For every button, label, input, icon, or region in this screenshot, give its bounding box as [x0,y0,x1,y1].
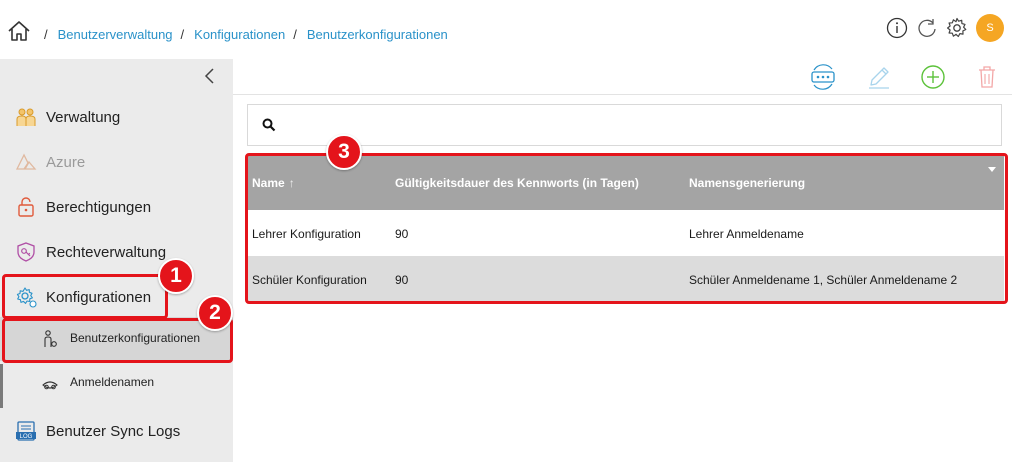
info-icon[interactable] [886,17,908,39]
azure-icon [15,153,37,170]
password-refresh-button[interactable] [808,63,838,91]
collapse-sidebar-chevron-icon[interactable] [202,66,218,86]
cell-name: Schüler Konfiguration [252,273,367,287]
table-row[interactable]: Lehrer Konfiguration 90 Lehrer Anmeldena… [248,210,1004,256]
breadcrumb-benutzerverwaltung[interactable]: Benutzerverwaltung [58,27,173,42]
gear-users-icon [16,287,37,308]
annotation-badge-3: 3 [326,134,362,170]
breadcrumb: / Benutzerverwaltung / Konfigurationen /… [40,27,448,42]
edit-button[interactable] [864,63,894,91]
sidebar-item-berechtigungen[interactable]: Berechtigungen [0,186,233,228]
sidebar-item-rechteverwaltung[interactable]: Rechteverwaltung [0,231,233,273]
config-table: Name ↑ Gültigkeitsdauer des Kennworts (in… [248,154,1004,302]
sidebar-item-azure[interactable]: Azure [0,141,233,183]
breadcrumb-benutzerkonfigurationen[interactable]: Benutzerkonfigurationen [307,27,448,42]
search-input[interactable] [288,113,988,137]
plus-circle-icon [921,65,945,89]
cell-password-validity: 90 [395,273,409,287]
key-icon [17,242,35,262]
users-icon [16,108,36,126]
sidebar: Verwaltung Azure Berechtigungen Rechteve… [0,59,233,462]
annotation-badge-1: 1 [158,258,194,294]
search-icon [262,118,276,132]
column-menu-caret-icon[interactable] [988,167,996,172]
home-icon[interactable] [7,19,31,43]
sidebar-subitem-label: Anmeldenamen [70,375,155,389]
sidebar-subitem-anmeldenamen[interactable]: Anmeldenamen [0,361,233,405]
top-bar: / Benutzerverwaltung / Konfigurationen /… [0,0,1012,59]
sidebar-item-label: Benutzer Sync Logs [46,422,181,440]
column-header-password-validity[interactable]: Gültigkeitsdauer des Kennworts (in Tagen… [395,176,639,190]
sort-ascending-icon: ↑ [288,176,295,190]
breadcrumb-separator: / [293,27,297,42]
pencil-icon [869,67,889,89]
sidebar-item-verwaltung[interactable]: Verwaltung [0,96,233,138]
column-header-label: Name [252,176,285,190]
page: / Benutzerverwaltung / Konfigurationen /… [0,0,1012,462]
delete-button[interactable] [972,63,1002,91]
table-row[interactable]: Schüler Konfiguration 90 Schüler Anmelde… [248,256,1004,302]
cell-name-generation: Schüler Anmeldename 1, Schüler Anmeldena… [689,273,958,287]
sidebar-item-label: Berechtigungen [46,198,152,216]
cell-password-validity: 90 [395,227,409,241]
trash-icon [979,66,995,88]
user-config-icon [44,330,57,347]
annotation-badge-2: 2 [197,295,233,331]
sidebar-subitem-benutzerkonfigurationen[interactable]: Benutzerkonfigurationen [0,317,233,361]
sidebar-item-label: Azure [46,153,86,171]
breadcrumb-separator: / [44,27,48,42]
cell-name: Lehrer Konfiguration [252,227,361,241]
sidebar-item-benutzer-sync-logs[interactable]: LOG Benutzer Sync Logs [0,410,233,452]
settings-gear-icon[interactable] [946,17,968,39]
refresh-icon[interactable] [916,17,938,39]
table-header: Name ↑ Gültigkeitsdauer des Kennworts (in… [248,154,1004,210]
search-box [247,104,1002,146]
sidebar-item-label: Verwaltung [46,108,121,126]
user-avatar[interactable]: S [976,14,1004,42]
login-name-icon [42,381,58,390]
toolbar [233,59,1012,95]
log-icon: LOG [16,421,36,441]
sidebar-subitem-label: Benutzerkonfigurationen [70,331,201,345]
sidebar-scroll-indicator [0,364,3,408]
breadcrumb-konfigurationen[interactable]: Konfigurationen [194,27,285,42]
sidebar-item-label: Rechteverwaltung [46,243,167,261]
svg-text:LOG: LOG [20,434,33,440]
add-button[interactable] [918,63,948,91]
column-header-name-generation[interactable]: Namensgenerierung [689,176,805,190]
sidebar-item-label: Konfigurationen [46,288,152,306]
column-header-name[interactable]: Name ↑ [252,176,295,190]
lock-icon [18,197,34,217]
breadcrumb-separator: / [180,27,185,42]
header-actions: S [878,14,1004,42]
password-refresh-icon [811,64,835,90]
cell-name-generation: Lehrer Anmeldename [689,227,804,241]
main-content: Name ↑ Gültigkeitsdauer des Kennworts (in… [233,59,1012,462]
